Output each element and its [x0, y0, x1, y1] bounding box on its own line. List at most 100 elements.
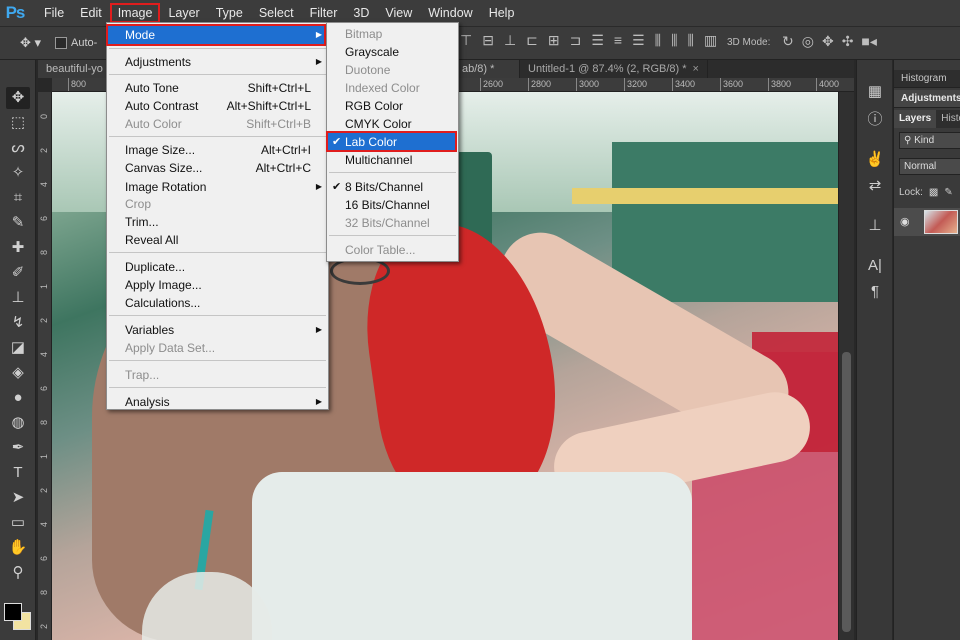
layers-tab[interactable]: Layers — [894, 110, 937, 128]
marquee-tool-icon[interactable]: ⬚ — [6, 112, 30, 134]
distribute-hcenter-icon[interactable]: ⫼ — [671, 32, 677, 49]
menu-item-image-rotation[interactable]: Image Rotation ▶ — [108, 178, 327, 196]
mode-item-16-bits[interactable]: 16 Bits/Channel — [328, 196, 457, 214]
align-left-icon[interactable]: ⊏ — [526, 32, 538, 49]
menu-file[interactable]: File — [36, 3, 72, 23]
doc-tab-beautiful[interactable]: beautiful-yo — [38, 60, 108, 78]
menu-help[interactable]: Help — [481, 3, 523, 23]
3d-pan-icon[interactable]: ✥ — [822, 33, 834, 50]
canvas-scrollbar[interactable] — [838, 92, 854, 640]
menu-item-mode[interactable]: Mode ▶ — [108, 26, 327, 44]
paragraph-panel-icon[interactable]: ¶ — [865, 282, 885, 302]
menu-item-apply-image[interactable]: Apply Image... — [108, 276, 327, 294]
scrollbar-thumb[interactable] — [842, 352, 851, 632]
align-distribute-icons: ⊤ ⊟ ⊥ ⊏ ⊞ ⊐ ☰ ≡ ☰ ⫼ ⫼ ⫼ ▥ — [460, 32, 717, 49]
menu-item-image-size[interactable]: Image Size... Alt+Ctrl+I — [108, 141, 327, 159]
adjustments-tab[interactable]: Adjustments — [894, 90, 960, 108]
mode-item-8-bits[interactable]: ✔ 8 Bits/Channel — [328, 178, 457, 196]
mode-item-lab-color[interactable]: ✔ Lab Color — [328, 133, 457, 151]
menu-filter[interactable]: Filter — [302, 3, 346, 23]
crop-tool-icon[interactable]: ⌗ — [6, 187, 30, 209]
menu-item-canvas-size[interactable]: Canvas Size... Alt+Ctrl+C — [108, 159, 327, 177]
move-tool-icon[interactable]: ✥ — [6, 87, 30, 109]
zoom-tool-icon[interactable]: ⚲ — [6, 562, 30, 584]
blend-mode-select[interactable]: Normal — [899, 158, 960, 175]
distribute-right-icon[interactable]: ⫼ — [688, 32, 694, 49]
menu-view[interactable]: View — [377, 3, 420, 23]
3d-orbit-icon[interactable]: ↻ — [782, 33, 794, 50]
hand-tool-icon[interactable]: ✋ — [6, 537, 30, 559]
align-hcenter-icon[interactable]: ⊞ — [548, 32, 560, 49]
menu-item-analysis[interactable]: Analysis ▶ — [108, 393, 327, 411]
mode-item-grayscale[interactable]: Grayscale — [328, 43, 457, 61]
eraser-tool-icon[interactable]: ◪ — [6, 337, 30, 359]
pen-tool-icon[interactable]: ✒ — [6, 437, 30, 459]
lock-transparent-icon[interactable]: ▩ — [929, 187, 938, 198]
3d-slide-icon[interactable]: ✣ — [842, 33, 854, 50]
blur-tool-icon[interactable]: ● — [6, 387, 30, 409]
history-tab[interactable]: Histo — [936, 110, 960, 128]
close-tab-icon[interactable]: × — [693, 63, 699, 75]
character-panel-icon[interactable]: A| — [865, 256, 885, 276]
menu-item-auto-tone[interactable]: Auto Tone Shift+Ctrl+L — [108, 79, 327, 97]
menu-select[interactable]: Select — [251, 3, 302, 23]
doc-tab-active-suffix[interactable]: ab/8) * — [454, 60, 520, 78]
menu-window[interactable]: Window — [420, 3, 480, 23]
3d-roll-icon[interactable]: ◎ — [802, 33, 814, 50]
foreground-color-swatch[interactable] — [4, 603, 22, 621]
mode-item-multichannel[interactable]: Multichannel — [328, 151, 457, 169]
align-vcenter-icon[interactable]: ⊟ — [482, 32, 494, 49]
distribute-bottom-icon[interactable]: ☰ — [632, 32, 645, 49]
mode-item-rgb-color[interactable]: RGB Color — [328, 97, 457, 115]
lasso-tool-icon[interactable]: ᔕ — [6, 137, 30, 159]
history-brush-tool-icon[interactable]: ↯ — [6, 312, 30, 334]
dodge-tool-icon[interactable]: ◍ — [6, 412, 30, 434]
3d-scale-icon[interactable]: ■◂ — [861, 33, 876, 50]
shape-tool-icon[interactable]: ▭ — [6, 512, 30, 534]
menu-item-reveal-all[interactable]: Reveal All — [108, 231, 327, 249]
magic-wand-tool-icon[interactable]: ✧ — [6, 162, 30, 184]
clone-stamp-tool-icon[interactable]: ⊥ — [6, 287, 30, 309]
ps-logo: Ps — [5, 3, 26, 22]
menu-item-calculations[interactable]: Calculations... — [108, 294, 327, 312]
brush-tool-icon[interactable]: ✐ — [6, 262, 30, 284]
clone-source-icon[interactable]: ⊥ — [865, 216, 885, 236]
mode-item-cmyk-color[interactable]: CMYK Color — [328, 115, 457, 133]
menu-item-apply-data-set: Apply Data Set... — [108, 339, 327, 357]
paint-bucket-tool-icon[interactable]: ◈ — [6, 362, 30, 384]
menu-type[interactable]: Type — [208, 3, 251, 23]
menu-item-variables[interactable]: Variables ▶ — [108, 321, 327, 339]
align-bottom-icon[interactable]: ⊥ — [504, 32, 516, 49]
auto-align-icon[interactable]: ▥ — [704, 32, 717, 49]
distribute-vcenter-icon[interactable]: ≡ — [614, 32, 622, 49]
layer-kind-filter[interactable]: ⚲ Kind — [899, 132, 960, 149]
distribute-top-icon[interactable]: ☰ — [591, 32, 604, 49]
menu-image[interactable]: Image — [109, 3, 161, 23]
brush-panel-icon[interactable]: ✌ — [865, 150, 885, 170]
healing-brush-tool-icon[interactable]: ✚ — [6, 237, 30, 259]
align-right-icon[interactable]: ⊐ — [570, 32, 582, 49]
auto-select-checkbox[interactable] — [55, 37, 68, 49]
menu-3d[interactable]: 3D — [345, 3, 377, 23]
menu-item-duplicate[interactable]: Duplicate... — [108, 258, 327, 276]
menu-edit[interactable]: Edit — [72, 3, 110, 23]
eyedropper-tool-icon[interactable]: ✎ — [6, 212, 30, 234]
color-swatches[interactable] — [4, 603, 34, 633]
distribute-left-icon[interactable]: ⫼ — [655, 32, 661, 49]
lock-pixels-icon[interactable]: ✎ — [944, 187, 952, 198]
menu-layer[interactable]: Layer — [160, 3, 207, 23]
history-panel-icon[interactable]: ▦ — [865, 82, 885, 102]
move-tool-preset-icon[interactable]: ✥ ▾ — [20, 35, 41, 51]
type-tool-icon[interactable]: T — [6, 462, 30, 484]
menu-item-adjustments[interactable]: Adjustments ▶ — [108, 53, 327, 71]
align-top-icon[interactable]: ⊤ — [460, 32, 472, 49]
menu-item-trim[interactable]: Trim... — [108, 213, 327, 231]
doc-tab-untitled[interactable]: Untitled-1 @ 87.4% (2, RGB/8) * × — [520, 60, 708, 78]
layer-row[interactable]: ◉ — [894, 208, 960, 236]
path-selection-tool-icon[interactable]: ➤ — [6, 487, 30, 509]
eye-icon[interactable]: ◉ — [900, 215, 910, 228]
brush-presets-icon[interactable]: ⇄ — [865, 176, 885, 196]
histogram-tab[interactable]: Histogram — [894, 70, 960, 88]
info-panel-icon[interactable]: ⓘ — [865, 110, 885, 130]
menu-item-auto-contrast[interactable]: Auto Contrast Alt+Shift+Ctrl+L — [108, 97, 327, 115]
